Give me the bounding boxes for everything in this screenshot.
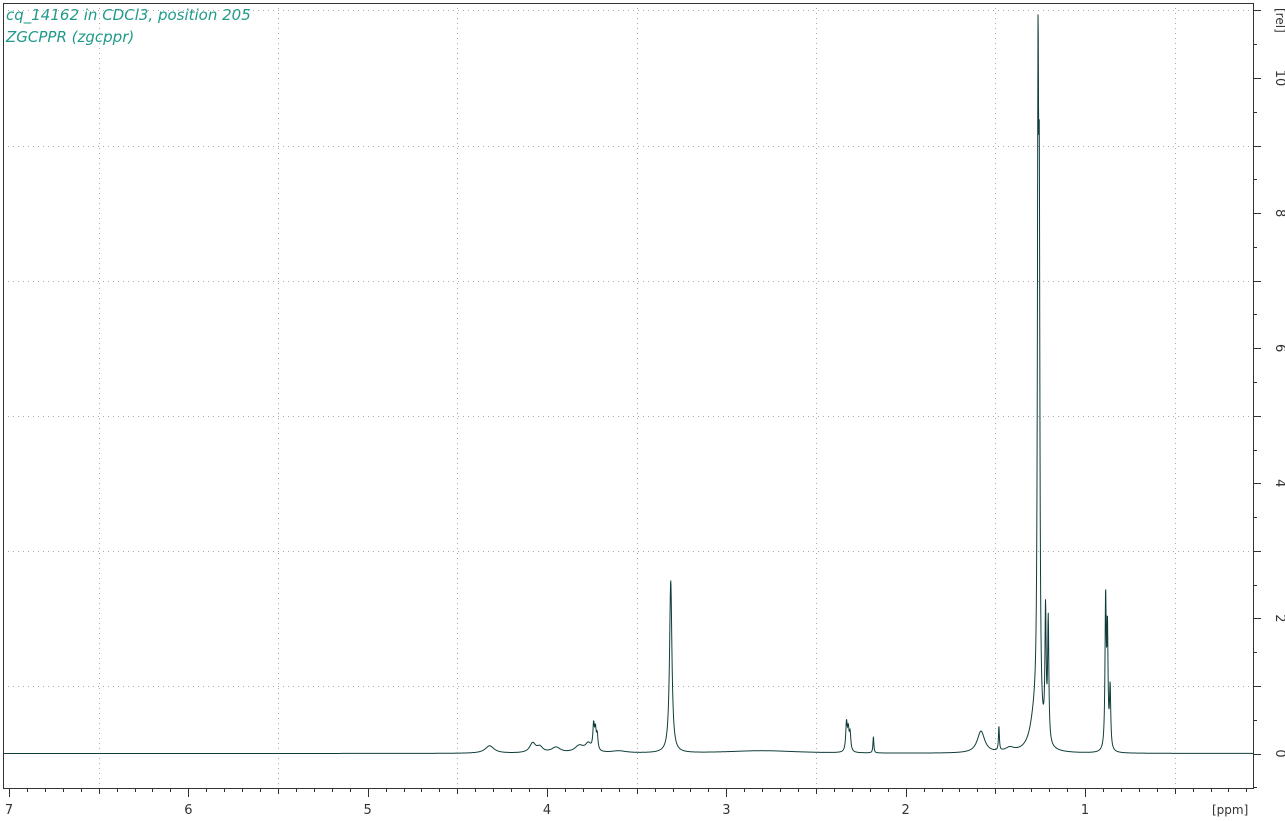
x-axis-unit-label: [ppm] [1212,803,1248,817]
grid [3,3,1253,788]
y-tick-label: 8 [1272,209,1285,217]
x-axis-ticks: 7 6 5 4 3 2 1 [5,788,1247,818]
y-tick-label: 10 [1272,70,1285,87]
y-tick-label: 2 [1272,614,1285,622]
y-axis-unit-label: [rel] [1273,8,1285,33]
axes [3,3,1254,789]
plot-frame [3,3,1254,789]
y-tick-label: 6 [1272,344,1285,352]
y-tick-label: 4 [1272,479,1285,487]
x-tick-label: 2 [902,803,910,818]
x-tick-label: 4 [543,803,551,818]
spectrum-line[interactable] [3,14,1254,754]
y-axis-ticks: 0 2 4 6 8 10 [1253,10,1285,788]
x-tick-label: 7 [5,803,13,818]
x-tick-label: 1 [1081,803,1089,818]
x-tick-label: 5 [364,803,372,818]
x-tick-label: 6 [184,803,192,818]
x-tick-label: 3 [722,803,730,818]
y-tick-label: 0 [1272,749,1285,757]
nmr-spectrum-plot[interactable]: 7 6 5 4 3 2 1 0 2 4 6 8 10 [ppm] [rel] [0,0,1285,821]
